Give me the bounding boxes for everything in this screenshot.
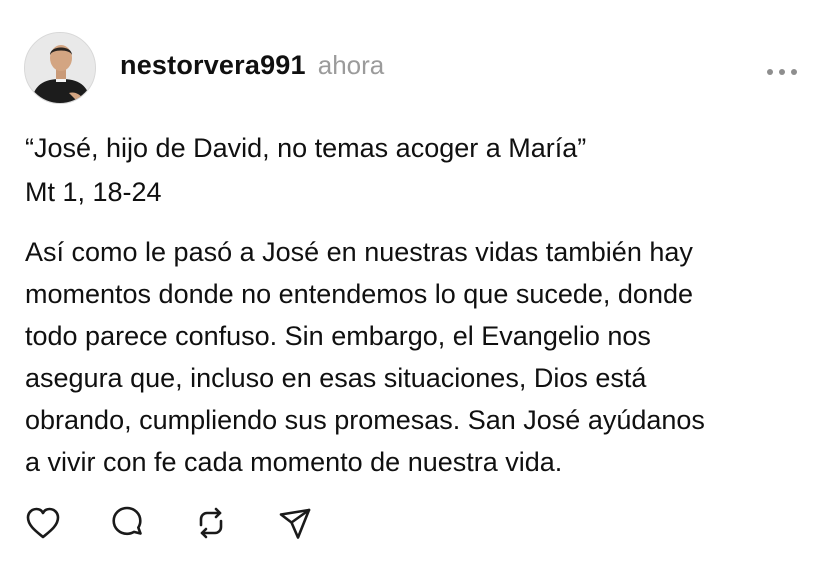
more-options-button[interactable]: [766, 64, 798, 75]
post-body-line: obrando, cumpliendo sus promesas. San Jo…: [25, 405, 705, 435]
post-header: nestorvera991 ahora: [120, 50, 384, 86]
post-body-line: asegura que, incluso en esas situaciones…: [25, 363, 647, 393]
timestamp: ahora: [317, 50, 385, 80]
post-body-line: momentos donde no entendemos lo que suce…: [25, 279, 693, 309]
more-horizontal-icon: [767, 69, 797, 75]
share-button[interactable]: [276, 504, 314, 542]
thread-post: nestorvera991 ahora “José, hijo de David…: [0, 0, 828, 572]
post-body-line: Así como le pasó a José en nuestras vida…: [25, 237, 693, 267]
post-body-line: a vivir con fe cada momento de nuestra v…: [25, 447, 563, 477]
avatar-image: [25, 33, 95, 103]
send-icon: [279, 508, 311, 539]
post-body: Así como le pasó a José en nuestras vida…: [25, 231, 810, 483]
post-body-line: todo parece confuso. Sin embargo, el Eva…: [25, 321, 651, 351]
repost-button[interactable]: [192, 504, 230, 542]
avatar[interactable]: [24, 32, 96, 104]
post-quote: “José, hijo de David, no temas acoger a …: [25, 133, 587, 163]
post-reference: Mt 1, 18-24: [25, 177, 162, 207]
repost-icon: [199, 507, 223, 539]
like-button[interactable]: [24, 504, 62, 542]
heart-icon: [26, 507, 60, 539]
username[interactable]: nestorvera991: [120, 50, 306, 81]
reply-button[interactable]: [108, 504, 146, 542]
comment-icon: [112, 506, 142, 536]
